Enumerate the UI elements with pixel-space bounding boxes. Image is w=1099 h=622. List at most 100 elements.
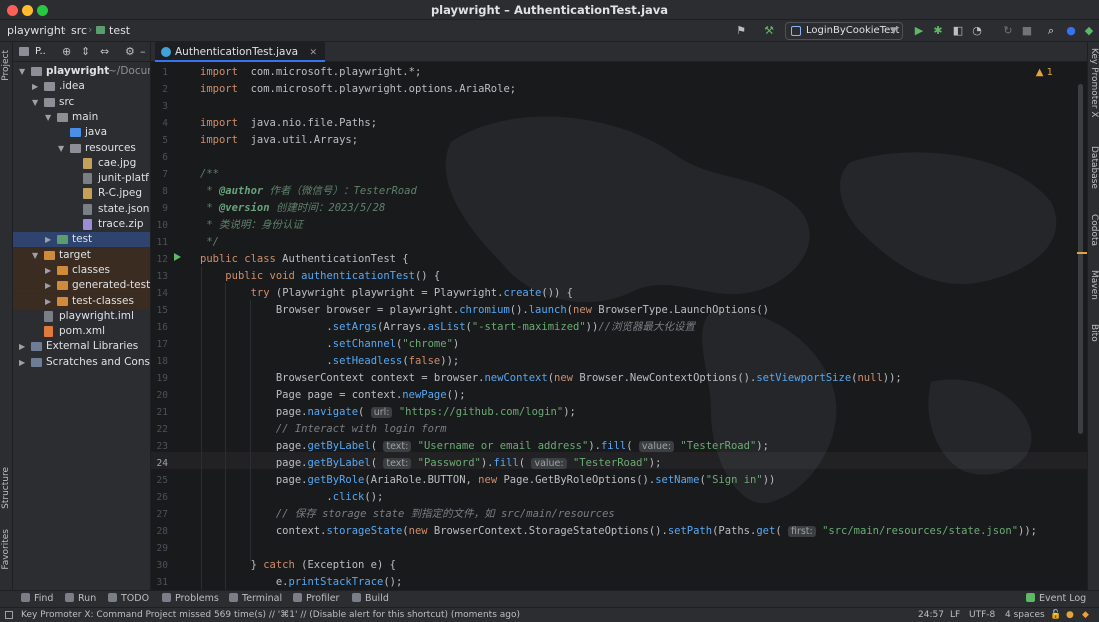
code-line[interactable]: try (Playwright playwright = Playwright.…: [200, 285, 573, 302]
code-line[interactable]: Page page = context.newPage();: [200, 387, 466, 404]
tool-button-terminal[interactable]: Terminal: [229, 593, 282, 604]
chevron-down-icon[interactable]: ▼: [19, 64, 25, 79]
project-tool-button[interactable]: Project: [1, 50, 11, 81]
expand-all-icon[interactable]: ⇕: [81, 45, 90, 58]
tree-item[interactable]: ▼ src: [13, 95, 150, 110]
code-editor[interactable]: ▲ 1 import com.microsoft.playwright.*; im…: [151, 62, 1087, 590]
search-icon[interactable]: ⌕: [1044, 24, 1058, 38]
tool-button-profiler[interactable]: Profiler: [293, 593, 339, 604]
code-line[interactable]: Browser browser = playwright.chromium().…: [200, 302, 769, 319]
bito-tool-button[interactable]: Bito: [1089, 324, 1099, 342]
breadcrumb-test[interactable]: test: [109, 24, 130, 37]
code-line[interactable]: page.navigate( url: "https://github.com/…: [200, 404, 576, 421]
code-line[interactable]: e.printStackTrace();: [200, 574, 402, 590]
tree-item[interactable]: java: [13, 125, 150, 140]
coverage-icon[interactable]: ◧: [951, 24, 965, 38]
rerun-icon[interactable]: ↻: [1001, 24, 1015, 38]
debug-icon[interactable]: ✱: [931, 24, 945, 38]
tree-item[interactable]: state.json: [13, 202, 150, 217]
gear-icon[interactable]: ⚙: [125, 45, 135, 58]
code-line[interactable]: * 类说明：身份认证: [200, 217, 303, 234]
file-encoding[interactable]: UTF-8: [969, 610, 995, 620]
code-line[interactable]: .setChannel("chrome"): [200, 336, 459, 353]
indent-setting[interactable]: 4 spaces: [1005, 610, 1045, 620]
tree-item[interactable]: ▶ test: [13, 232, 150, 248]
code-line[interactable]: page.getByLabel( text: "Username or emai…: [200, 438, 769, 455]
chevron-down-icon[interactable]: ▼: [32, 95, 38, 110]
code-line[interactable]: */: [200, 234, 219, 251]
hide-panel-icon[interactable]: –: [140, 45, 146, 58]
warnings-indicator[interactable]: ▲ 1: [1036, 67, 1053, 78]
locate-icon[interactable]: ⊕: [62, 45, 71, 58]
tree-item[interactable]: ▼ playwright~/Docum: [13, 64, 150, 79]
code-line[interactable]: .setArgs(Arrays.asList("-start-maximized…: [200, 319, 695, 336]
code-line[interactable]: public class AuthenticationTest {: [200, 251, 409, 268]
tree-item[interactable]: cae.jpg: [13, 156, 150, 171]
code-line[interactable]: import java.util.Arrays;: [200, 132, 358, 149]
key-promoter-tool-button[interactable]: Key Promoter X: [1089, 48, 1099, 118]
code-line[interactable]: BrowserContext context = browser.newCont…: [200, 370, 902, 387]
tree-item[interactable]: ▶ test-classes: [13, 293, 150, 309]
maven-tool-button[interactable]: Maven: [1089, 270, 1099, 300]
tree-item[interactable]: playwright.iml: [13, 309, 150, 324]
update-icon[interactable]: ●: [1064, 24, 1078, 38]
caret-position[interactable]: 24:57: [918, 610, 944, 620]
code-line[interactable]: .click();: [200, 489, 383, 506]
chevron-down-icon[interactable]: ▼: [45, 110, 51, 125]
tree-item[interactable]: ▶ .idea: [13, 79, 150, 94]
profile-icon[interactable]: ◔: [970, 24, 984, 38]
run-configuration-selector[interactable]: LoginByCookieTest ▼: [785, 22, 903, 40]
tool-button-problems[interactable]: Problems: [162, 593, 219, 604]
run-class-gutter-icon[interactable]: [174, 253, 181, 261]
tree-item[interactable]: ▼ target: [13, 247, 150, 263]
favorites-tool-button[interactable]: Favorites: [1, 529, 11, 570]
tool-windows-icon[interactable]: [5, 611, 13, 619]
chevron-right-icon[interactable]: ▶: [45, 263, 51, 278]
tree-item[interactable]: ▼ main: [13, 110, 150, 125]
chevron-down-icon[interactable]: ▼: [32, 248, 38, 263]
tree-item[interactable]: ▼ resources: [13, 141, 150, 156]
stop-icon[interactable]: ■: [1020, 24, 1034, 38]
plugin-status-icon[interactable]: ◆: [1082, 610, 1089, 620]
code-line[interactable]: import java.nio.file.Paths;: [200, 115, 377, 132]
chevron-right-icon[interactable]: ▶: [32, 79, 38, 94]
code-line[interactable]: // 保存 storage state 到指定的文件，如 src/main/re…: [200, 506, 615, 523]
tree-item[interactable]: pom.xml: [13, 324, 150, 339]
tree-item[interactable]: ▶ Scratches and Consol: [13, 355, 150, 370]
code-line[interactable]: context.storageState (new BrowserContext.…: [200, 523, 1037, 540]
run-icon[interactable]: ▶: [912, 24, 926, 38]
tool-button-run[interactable]: Run: [65, 593, 96, 604]
project-view-selector[interactable]: P..: [35, 46, 46, 57]
breadcrumb-project[interactable]: playwright: [7, 24, 65, 37]
chevron-right-icon[interactable]: ▶: [45, 278, 51, 293]
database-tool-button[interactable]: Database: [1089, 146, 1099, 189]
code-line[interactable]: } catch (Exception e) {: [200, 557, 396, 574]
code-line[interactable]: import com.microsoft.playwright.options.…: [200, 81, 516, 98]
tree-item[interactable]: R-C.jpeg: [13, 186, 150, 201]
vcs-icon[interactable]: ⚑: [734, 24, 748, 38]
build-hammer-icon[interactable]: ⚒: [762, 24, 776, 38]
tree-item[interactable]: ▶ classes: [13, 262, 150, 278]
collapse-all-icon[interactable]: ⇔: [100, 45, 109, 58]
code-line[interactable]: import com.microsoft.playwright.*;: [200, 64, 421, 81]
tab-authentication-test[interactable]: AuthenticationTest.java ✕: [155, 42, 325, 62]
structure-tool-button[interactable]: Structure: [1, 467, 11, 509]
chevron-right-icon[interactable]: ▶: [19, 339, 25, 354]
close-icon[interactable]: ✕: [309, 48, 317, 58]
tree-item[interactable]: junit-platf: [13, 171, 150, 186]
chevron-down-icon[interactable]: ▼: [58, 141, 64, 156]
tree-item[interactable]: ▶ generated-test-: [13, 278, 150, 294]
chevron-right-icon[interactable]: ▶: [45, 232, 51, 247]
chevron-right-icon[interactable]: ▶: [19, 355, 25, 370]
notification-icon[interactable]: ●: [1066, 610, 1074, 620]
tool-button-find[interactable]: Find: [21, 593, 53, 604]
chevron-right-icon[interactable]: ▶: [45, 294, 51, 309]
code-line[interactable]: .setHeadless(false));: [200, 353, 459, 370]
editor-scrollbar[interactable]: [1078, 84, 1083, 434]
lock-icon[interactable]: 🔓: [1050, 610, 1061, 620]
code-line[interactable]: * @author 作者（微信号）：TesterRoad: [200, 183, 416, 200]
tool-button-todo[interactable]: TODO: [108, 593, 149, 604]
code-line[interactable]: * @version 创建时间：2023/5/28: [200, 200, 385, 217]
line-separator[interactable]: LF: [950, 610, 960, 620]
code-line[interactable]: page.getByLabel( text: "Password").fill(…: [200, 455, 661, 472]
